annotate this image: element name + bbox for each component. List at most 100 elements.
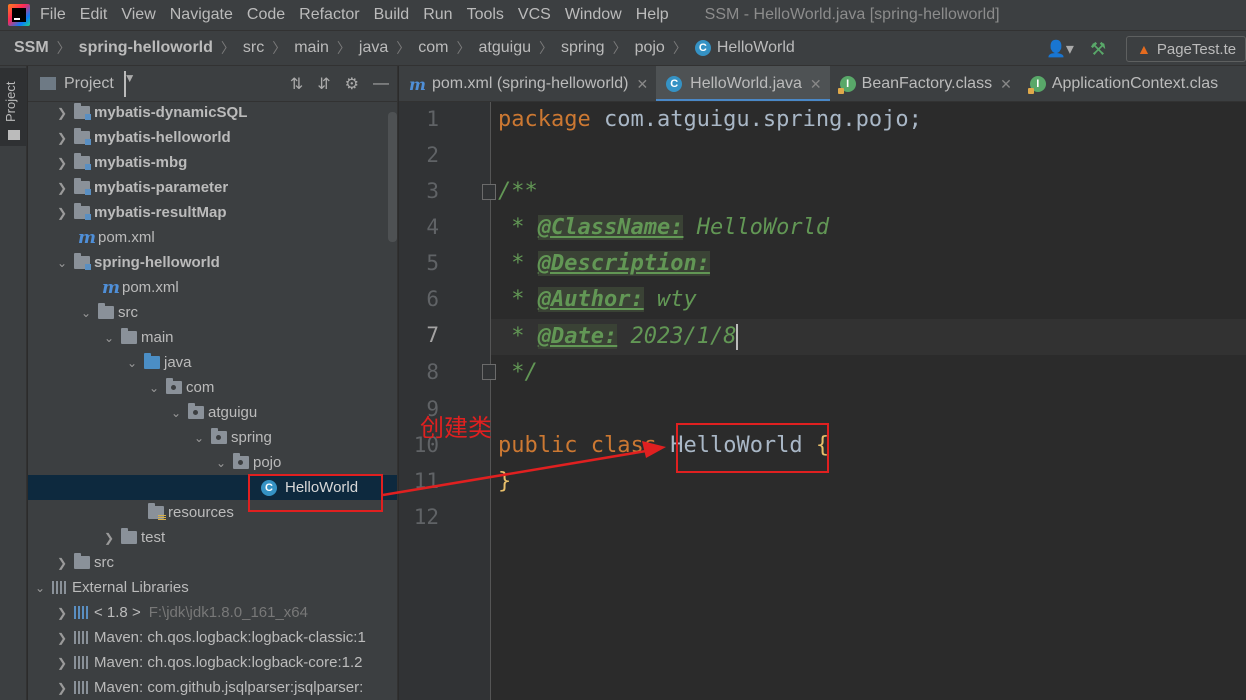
tree-item-pom-xml[interactable]: m pom.xml xyxy=(28,225,397,250)
tree-item-mybatis-parameter[interactable]: ❯ mybatis-parameter xyxy=(28,175,397,200)
tree-item-mybatis-dynamicsql[interactable]: ❯ mybatis-dynamicSQL xyxy=(28,100,397,125)
gear-icon[interactable]: ⚙ xyxy=(345,74,359,94)
tree-item-maven-library[interactable]: ❯ Maven: ch.qos.logback:logback-core:1.2 xyxy=(28,650,397,675)
chevron-right-icon[interactable]: ❯ xyxy=(56,206,68,220)
tree-item-atguigu[interactable]: ⌄ atguigu xyxy=(28,400,397,425)
interface-icon: I xyxy=(837,76,856,94)
breadcrumb-java[interactable]: java xyxy=(359,39,388,57)
menu-navigate[interactable]: Navigate xyxy=(170,6,233,24)
breadcrumb-com[interactable]: com xyxy=(418,39,448,57)
tree-item-mybatis-helloworld[interactable]: ❯ mybatis-helloworld xyxy=(28,125,397,150)
tree-item-test[interactable]: ❯ test xyxy=(28,525,397,550)
chevron-right-icon[interactable]: ❯ xyxy=(56,631,68,645)
tree-item-maven-library[interactable]: ❯ Maven: ch.qos.logback:logback-classic:… xyxy=(28,625,397,650)
tree-item-jdk[interactable]: ❯ < 1.8 > F:\jdk\jdk1.8.0_161_x64 xyxy=(28,600,397,625)
chevron-right-icon[interactable]: ❯ xyxy=(56,556,68,570)
chevron-right-icon: 〉 xyxy=(396,40,411,56)
breadcrumb-helloworld[interactable]: HelloWorld xyxy=(717,39,795,57)
project-view-icon xyxy=(40,77,56,90)
editor-tab-bar: m pom.xml (spring-helloworld) ✕ C HelloW… xyxy=(399,66,1246,102)
menu-tools[interactable]: Tools xyxy=(467,6,504,24)
chevron-down-icon[interactable]: ▼ xyxy=(123,70,136,97)
tree-item-main[interactable]: ⌄ main xyxy=(28,325,397,350)
run-configuration-select[interactable]: ▲ PageTest.te xyxy=(1126,36,1246,62)
user-dropdown-icon[interactable]: 👤▾ xyxy=(1046,37,1076,61)
chevron-down-icon[interactable]: ⌄ xyxy=(56,256,68,270)
chevron-right-icon: 〉 xyxy=(539,40,553,56)
expand-all-icon[interactable]: ⇅ xyxy=(290,74,303,94)
breadcrumb-spring[interactable]: spring xyxy=(561,39,605,57)
chevron-down-icon[interactable]: ⌄ xyxy=(34,581,46,595)
tree-item-src[interactable]: ❯ src xyxy=(28,550,397,575)
chevron-down-icon[interactable]: ⌄ xyxy=(215,456,227,470)
tree-item-spring[interactable]: ⌄ spring xyxy=(28,425,397,450)
tree-item-java[interactable]: ⌄ java xyxy=(28,350,397,375)
tree-item-com[interactable]: ⌄ com xyxy=(28,375,397,400)
chevron-right-icon[interactable]: ❯ xyxy=(56,131,68,145)
fold-icon[interactable] xyxy=(482,364,496,380)
menu-view[interactable]: View xyxy=(121,6,155,24)
menu-code[interactable]: Code xyxy=(247,6,285,24)
tree-item-label: com xyxy=(186,379,215,396)
build-hammer-icon[interactable]: ⚒ xyxy=(1090,39,1118,60)
close-icon[interactable]: ✕ xyxy=(636,76,648,93)
tab-applicationcontext-class[interactable]: I ApplicationContext.clas xyxy=(1020,66,1226,101)
tree-item-external-libraries[interactable]: ⌄ External Libraries xyxy=(28,575,397,600)
chevron-right-icon[interactable]: ❯ xyxy=(103,531,115,545)
minimize-icon[interactable]: — xyxy=(373,75,389,93)
menu-window[interactable]: Window xyxy=(565,6,622,24)
tree-item-src[interactable]: ⌄ src xyxy=(28,300,397,325)
chevron-down-icon[interactable]: ⌄ xyxy=(170,406,182,420)
breadcrumb-pojo[interactable]: pojo xyxy=(635,39,665,57)
tree-item-mybatis-mbg[interactable]: ❯ mybatis-mbg xyxy=(28,150,397,175)
collapse-all-icon[interactable]: ⇵ xyxy=(317,74,330,94)
code-editor[interactable]: 1 2 3 4 5 6 7 8 9 10 11 12 package com.a… xyxy=(399,102,1246,700)
doc-star: * xyxy=(511,324,525,349)
chevron-right-icon[interactable]: ❯ xyxy=(56,106,68,120)
close-icon[interactable]: ✕ xyxy=(1000,76,1012,93)
breadcrumb-spring-helloworld[interactable]: spring-helloworld xyxy=(79,39,213,57)
module-folder-icon xyxy=(74,128,91,145)
menu-build[interactable]: Build xyxy=(374,6,410,24)
chevron-right-icon[interactable]: ❯ xyxy=(56,606,68,620)
menu-edit[interactable]: Edit xyxy=(80,6,108,24)
code-line-4: * @ClassName: HelloWorld xyxy=(498,210,829,246)
tree-item-pojo[interactable]: ⌄ pojo xyxy=(28,450,397,475)
tab-helloworld-java[interactable]: C HelloWorld.java ✕ xyxy=(656,66,831,101)
chevron-right-icon[interactable]: ❯ xyxy=(56,181,68,195)
tree-item-maven-library[interactable]: ❯ Maven: com.github.jsqlparser:jsqlparse… xyxy=(28,675,397,700)
chevron-down-icon[interactable]: ⌄ xyxy=(148,381,160,395)
menu-vcs[interactable]: VCS xyxy=(518,6,551,24)
tab-beanfactory-class[interactable]: I BeanFactory.class ✕ xyxy=(830,66,1020,101)
chevron-right-icon[interactable]: ❯ xyxy=(56,656,68,670)
tree-item-label: spring-helloworld xyxy=(94,254,220,271)
menu-refactor[interactable]: Refactor xyxy=(299,6,359,24)
tab-label: ApplicationContext.clas xyxy=(1051,75,1219,92)
fold-icon[interactable] xyxy=(482,184,496,200)
chevron-down-icon[interactable]: ⌄ xyxy=(193,431,205,445)
chevron-down-icon[interactable]: ⌄ xyxy=(80,306,92,320)
tree-item-mybatis-resultmap[interactable]: ❯ mybatis-resultMap xyxy=(28,200,397,225)
project-tool-tab[interactable]: Project xyxy=(0,68,27,146)
keyword: class xyxy=(590,433,657,458)
chevron-right-icon[interactable]: ❯ xyxy=(56,156,68,170)
breadcrumb-atguigu[interactable]: atguigu xyxy=(479,39,532,57)
menu-run[interactable]: Run xyxy=(423,6,452,24)
project-scrollbar[interactable] xyxy=(388,112,397,242)
breadcrumb-src[interactable]: src xyxy=(243,39,264,57)
breadcrumb-main[interactable]: main xyxy=(294,39,329,57)
chevron-right-icon: 〉 xyxy=(672,40,687,56)
chevron-right-icon[interactable]: ❯ xyxy=(56,681,68,695)
tree-item-pom-xml[interactable]: m pom.xml xyxy=(28,275,397,300)
chevron-down-icon[interactable]: ⌄ xyxy=(103,331,115,345)
breadcrumb-ssm[interactable]: SSM xyxy=(14,39,49,57)
package-icon xyxy=(233,453,249,469)
project-panel-title[interactable]: Project xyxy=(64,75,114,93)
code-line-11: } xyxy=(498,464,511,500)
menu-file[interactable]: File xyxy=(40,6,66,24)
tree-item-spring-helloworld[interactable]: ⌄ spring-helloworld xyxy=(28,250,397,275)
tab-pom-xml[interactable]: m pom.xml (spring-helloworld) ✕ xyxy=(399,66,656,101)
chevron-down-icon[interactable]: ⌄ xyxy=(126,356,138,370)
close-icon[interactable]: ✕ xyxy=(810,76,822,93)
menu-help[interactable]: Help xyxy=(636,6,669,24)
